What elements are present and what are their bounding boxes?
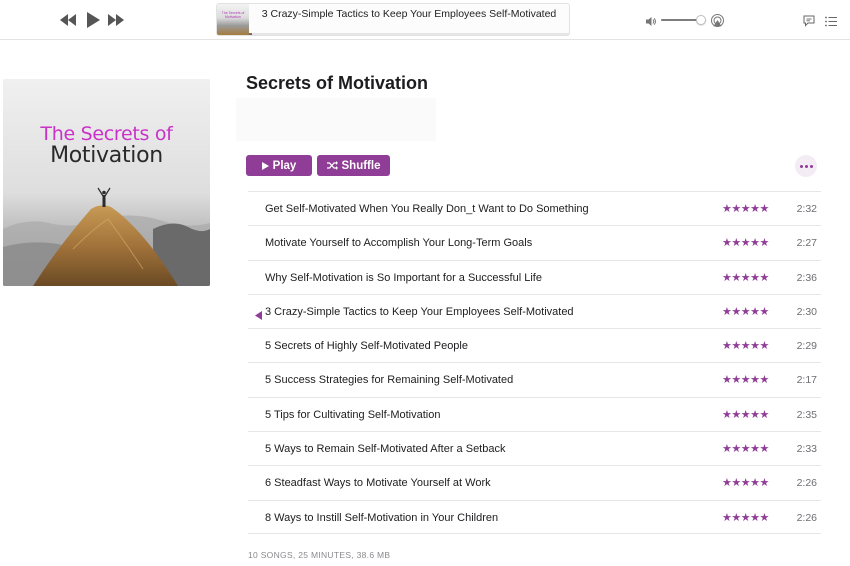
track-rating[interactable]: ★★★★★	[722, 373, 769, 386]
more-dot	[799, 164, 803, 168]
now-playing-art-line2: Motivation	[225, 15, 241, 19]
track-duration: 2:27	[796, 237, 817, 250]
track-duration: 2:32	[796, 203, 817, 215]
more-dot	[804, 164, 808, 168]
track-row[interactable]: 5 Tips for Cultivating Self-Motivation ★★…	[248, 396, 821, 431]
track-rating[interactable]: ★★★★★	[722, 305, 769, 318]
track-rating[interactable]: ★★★★★	[722, 442, 769, 455]
album-artwork-scene	[3, 79, 210, 286]
fast-forward-icon[interactable]	[107, 12, 125, 28]
album-summary: 10 SONGS, 25 MINUTES, 38.6 MB	[248, 550, 391, 560]
track-duration: 2:17	[796, 374, 817, 387]
playback-progress-bar[interactable]	[249, 33, 569, 35]
track-rating[interactable]: ★★★★★	[722, 236, 769, 249]
track-row[interactable]: 6 Steadfast Ways to Motivate Yourself at…	[248, 465, 821, 499]
now-playing-title: 3 Crazy-Simple Tactics to Keep Your Empl…	[261, 8, 557, 20]
track-rating[interactable]: ★★★★★	[722, 476, 769, 489]
play-icon	[261, 161, 269, 170]
track-row[interactable]: 3 Crazy-Simple Tactics to Keep Your Empl…	[248, 293, 821, 328]
album-subtitle-area	[236, 98, 436, 141]
track-rating[interactable]: ★★★★★	[722, 271, 769, 284]
track-title: Why Self-Motivation is So Important for …	[265, 271, 542, 284]
track-row[interactable]: Motivate Yourself to Accomplish Your Lon…	[248, 225, 821, 259]
track-duration: 2:33	[796, 443, 817, 456]
track-row[interactable]: Get Self-Motivated When You Really Don_t…	[248, 191, 821, 225]
track-duration: 2:26	[796, 511, 817, 524]
shuffle-button[interactable]: Shuffle	[317, 155, 390, 176]
track-row[interactable]: Why Self-Motivation is So Important for …	[248, 259, 821, 294]
volume-icon	[646, 14, 657, 26]
track-duration: 2:26	[796, 477, 817, 490]
more-dot	[809, 164, 813, 168]
track-rating[interactable]: ★★★★★	[722, 408, 769, 421]
album-art-title-line2: Motivation	[50, 143, 163, 168]
track-rating[interactable]: ★★★★★	[722, 511, 769, 524]
track-rating[interactable]: ★★★★★	[722, 339, 769, 352]
track-title: 5 Success Strategies for Remaining Self-…	[265, 374, 514, 387]
track-title: 5 Secrets of Highly Self-Motivated Peopl…	[265, 340, 468, 353]
track-list: Get Self-Motivated When You Really Don_t…	[248, 191, 821, 534]
now-playing-display[interactable]: The Secrets of Motivation 3 Crazy-Simple…	[216, 3, 570, 36]
queue-list-icon[interactable]	[825, 14, 837, 27]
track-title: 8 Ways to Instill Self-Motivation in You…	[265, 511, 499, 524]
track-row[interactable]: 5 Success Strategies for Remaining Self-…	[248, 362, 821, 396]
volume-slider-fill	[661, 19, 701, 21]
play-icon[interactable]	[85, 11, 101, 29]
track-row[interactable]: 8 Ways to Instill Self-Motivation in You…	[248, 499, 821, 534]
track-row[interactable]: 5 Ways to Remain Self-Motivated After a …	[248, 431, 821, 465]
album-title: Secrets of Motivation	[246, 73, 429, 93]
lyrics-icon[interactable]	[803, 14, 815, 27]
more-icon[interactable]	[795, 155, 817, 177]
track-duration: 2:35	[796, 408, 817, 421]
track-duration: 2:29	[796, 340, 817, 353]
track-title: Motivate Yourself to Accomplish Your Lon…	[265, 237, 533, 250]
now-playing-artwork-text: The Secrets of Motivation	[220, 11, 246, 19]
toolbar: The Secrets of Motivation 3 Crazy-Simple…	[0, 0, 850, 40]
now-playing-speaker-icon	[255, 307, 263, 320]
track-title: 5 Ways to Remain Self-Motivated After a …	[265, 443, 506, 456]
airplay-icon[interactable]	[711, 14, 724, 27]
now-playing-artwork: The Secrets of Motivation	[217, 4, 249, 35]
track-duration: 2:30	[796, 305, 817, 318]
track-title: 5 Tips for Cultivating Self-Motivation	[265, 408, 441, 421]
track-row[interactable]: 5 Secrets of Highly Self-Motivated Peopl…	[248, 328, 821, 362]
rewind-icon[interactable]	[59, 12, 77, 28]
shuffle-icon	[326, 161, 338, 170]
track-title: 3 Crazy-Simple Tactics to Keep Your Empl…	[265, 305, 574, 318]
play-button[interactable]: Play	[246, 155, 312, 176]
volume-slider-handle[interactable]	[695, 15, 706, 25]
shuffle-button-label: Shuffle	[341, 159, 381, 172]
album-artwork: The Secrets of Motivation	[3, 79, 210, 286]
volume-slider[interactable]	[661, 15, 706, 25]
play-button-label: Play	[272, 159, 297, 172]
playback-progress-fill	[249, 33, 253, 35]
album-art-title-line1: The Secrets of	[40, 123, 173, 145]
track-rating[interactable]: ★★★★★	[722, 202, 769, 215]
track-title: 6 Steadfast Ways to Motivate Yourself at…	[265, 477, 491, 490]
track-duration: 2:36	[796, 271, 817, 284]
track-title: Get Self-Motivated When You Really Don_t…	[265, 203, 589, 215]
